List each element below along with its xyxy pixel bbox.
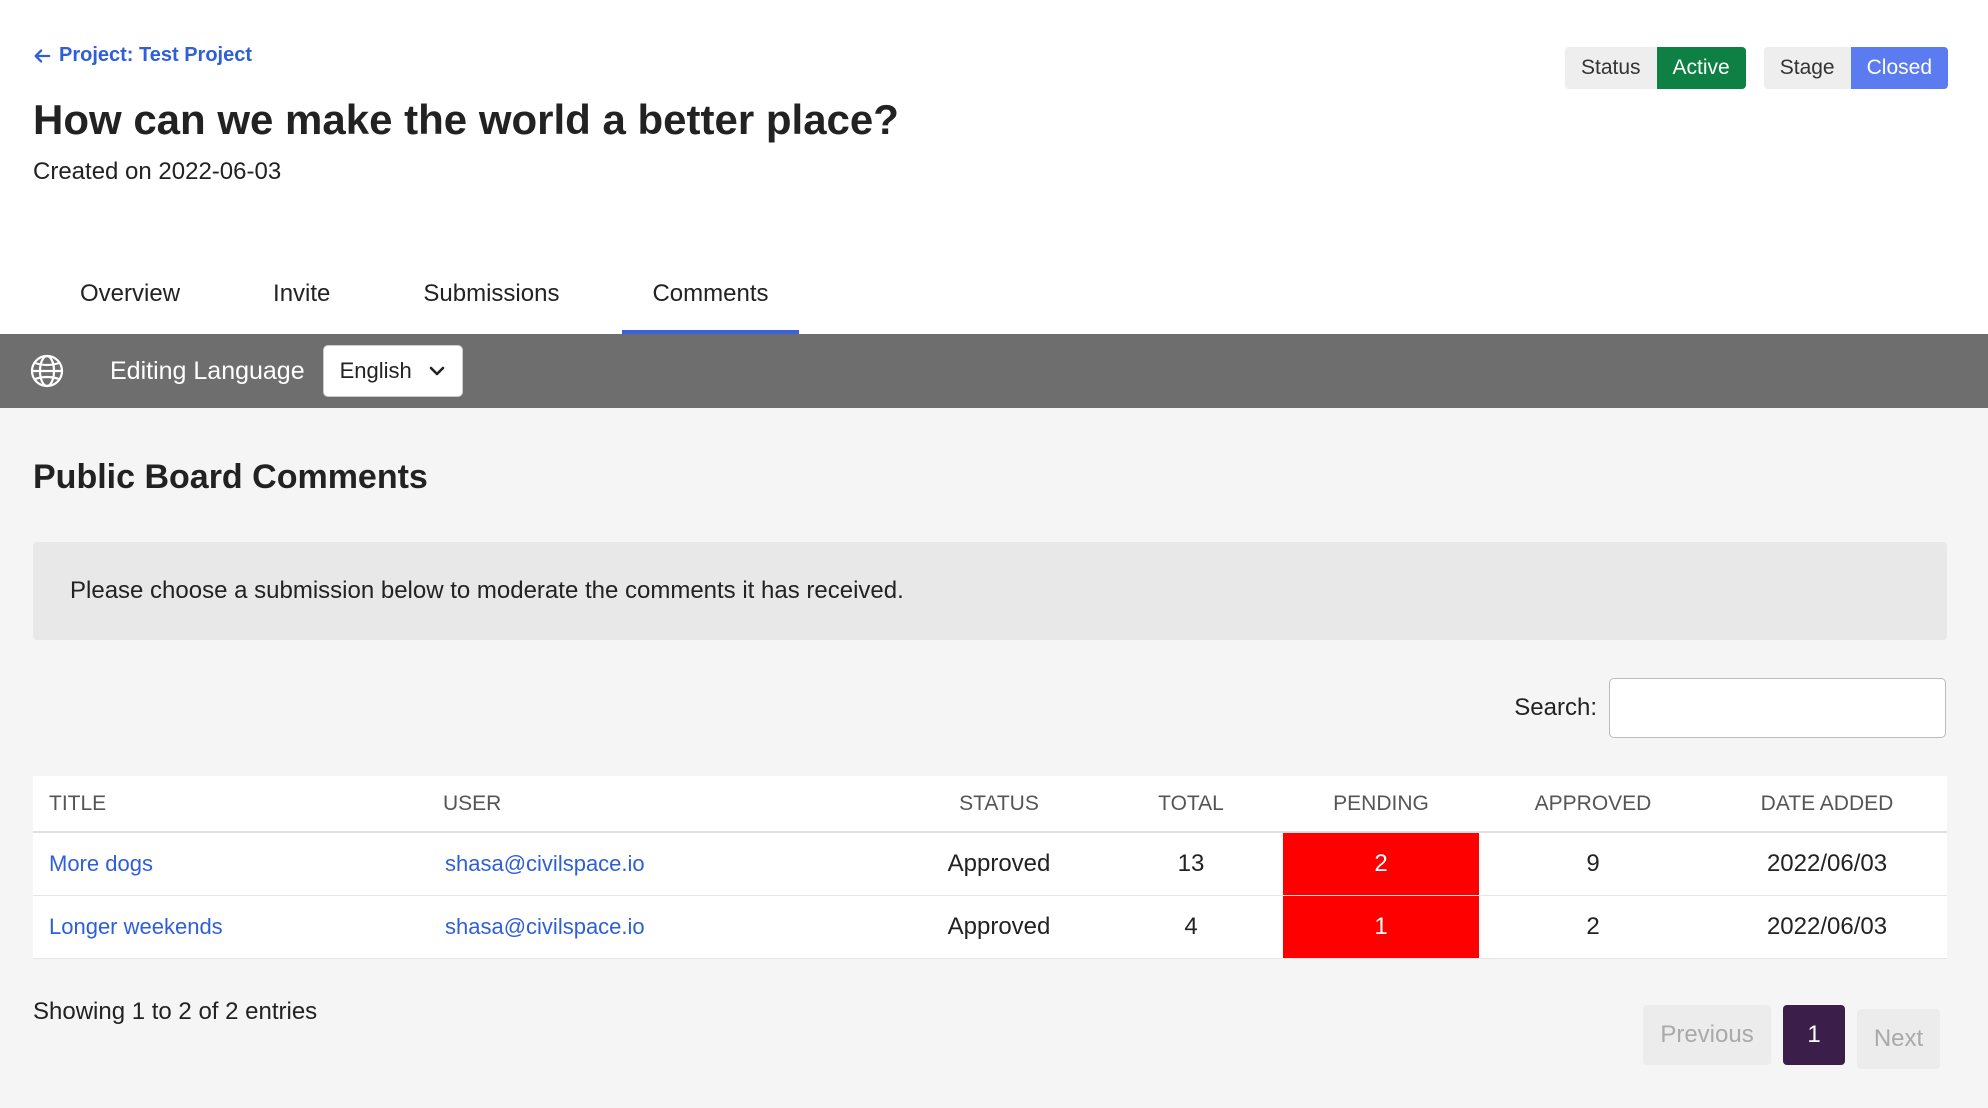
entries-count: Showing 1 to 2 of 2 entries: [33, 998, 318, 1025]
language-select[interactable]: English: [322, 345, 463, 397]
row-pending-cell: 2: [1283, 832, 1479, 896]
language-bar: Editing Language English: [0, 334, 1988, 408]
row-user-cell: shasa@civilspace.io: [439, 832, 899, 896]
info-banner: Please choose a submission below to mode…: [33, 542, 1947, 640]
column-header-date-added[interactable]: DATE ADDED: [1707, 776, 1947, 833]
globe-icon: [30, 354, 64, 388]
status-pills: Status Active Stage Closed: [1565, 47, 1948, 89]
table-header-row: TITLE USER STATUS TOTAL PENDING APPROVED…: [33, 776, 1947, 833]
stage-badge: Stage Closed: [1763, 47, 1948, 89]
page-title: How can we make the world a better place…: [33, 96, 899, 143]
main-content: Public Board Comments Please choose a su…: [0, 408, 1988, 1108]
back-link-label: Project: Test Project: [59, 44, 253, 66]
row-total-cell: 4: [1099, 895, 1283, 959]
row-date-cell: 2022/06/03: [1707, 895, 1947, 959]
user-email-link[interactable]: shasa@civilspace.io: [445, 851, 645, 876]
table-row: Longer weekends shasa@civilspace.io Appr…: [33, 895, 1947, 959]
search-area: Search:: [1514, 678, 1946, 738]
tab-overview[interactable]: Overview: [50, 258, 210, 334]
row-status-cell: Approved: [899, 895, 1099, 959]
language-select-value: English: [339, 358, 412, 383]
arrow-left-icon: [34, 48, 51, 63]
submission-title-link[interactable]: More dogs: [49, 851, 153, 876]
column-header-title[interactable]: TITLE: [33, 776, 439, 833]
row-user-cell: shasa@civilspace.io: [439, 895, 899, 959]
previous-page-button[interactable]: Previous: [1643, 1005, 1771, 1065]
stage-value: Closed: [1850, 47, 1948, 89]
page-1-button[interactable]: 1: [1783, 1005, 1845, 1065]
status-badge: Status Active: [1565, 47, 1746, 89]
table-row: More dogs shasa@civilspace.io Approved 1…: [33, 832, 1947, 896]
submissions-table: TITLE USER STATUS TOTAL PENDING APPROVED…: [33, 776, 1947, 959]
next-page-button[interactable]: Next: [1857, 1009, 1940, 1069]
row-title-cell: Longer weekends: [33, 895, 439, 959]
row-date-cell: 2022/06/03: [1707, 832, 1947, 896]
column-header-user[interactable]: USER: [439, 776, 899, 833]
row-approved-cell: 2: [1479, 895, 1707, 959]
search-label: Search:: [1514, 694, 1597, 721]
column-header-approved[interactable]: APPROVED: [1479, 776, 1707, 833]
tab-comments[interactable]: Comments: [622, 258, 799, 334]
tab-invite[interactable]: Invite: [243, 258, 360, 334]
row-approved-cell: 9: [1479, 832, 1707, 896]
tab-submissions[interactable]: Submissions: [393, 258, 589, 334]
row-total-cell: 13: [1099, 832, 1283, 896]
stage-label: Stage: [1763, 47, 1851, 89]
created-date: Created on 2022-06-03: [33, 158, 282, 185]
page-header: Project: Test Project How can we make th…: [0, 0, 1988, 334]
search-input[interactable]: [1609, 678, 1946, 738]
pagination: Previous 1 Next: [1643, 1005, 1940, 1069]
status-value: Active: [1656, 47, 1746, 89]
column-header-status[interactable]: STATUS: [899, 776, 1099, 833]
chevron-down-icon: [429, 366, 445, 376]
back-to-project-link[interactable]: Project: Test Project: [33, 44, 252, 67]
column-header-pending[interactable]: PENDING: [1283, 776, 1479, 833]
editing-language-label: Editing Language: [110, 356, 305, 385]
row-title-cell: More dogs: [33, 832, 439, 896]
user-email-link[interactable]: shasa@civilspace.io: [445, 914, 645, 939]
column-header-total[interactable]: TOTAL: [1099, 776, 1283, 833]
status-label: Status: [1565, 47, 1657, 89]
tab-bar: Overview Invite Submissions Comments: [50, 258, 832, 334]
row-status-cell: Approved: [899, 832, 1099, 896]
row-pending-cell: 1: [1283, 895, 1479, 959]
submission-title-link[interactable]: Longer weekends: [49, 914, 223, 939]
section-title: Public Board Comments: [33, 458, 428, 496]
